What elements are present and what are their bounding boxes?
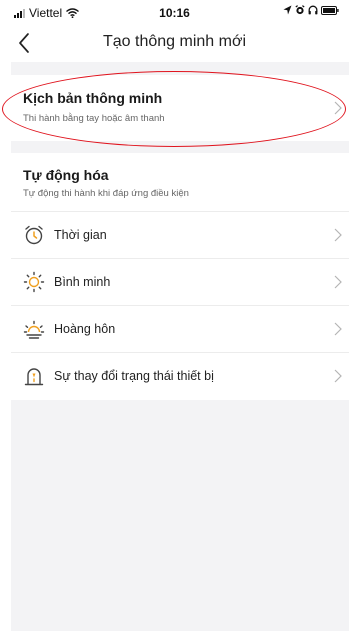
automation-item-sunset[interactable]: Hoàng hôn xyxy=(11,305,349,352)
chevron-right-icon xyxy=(334,322,342,336)
status-bar: Viettel 10:16 xyxy=(0,0,349,26)
sunrise-icon xyxy=(23,271,45,293)
smart-scene-card[interactable]: Kịch bản thông minh Thi hành bằng tay ho… xyxy=(11,75,349,141)
device-state-icon xyxy=(24,368,44,386)
content-area: Kịch bản thông minh Thi hành bằng tay ho… xyxy=(11,62,349,631)
battery-icon xyxy=(321,5,339,15)
sunset-icon xyxy=(23,320,45,339)
automation-item-label: Bình minh xyxy=(54,275,111,289)
chevron-right-icon xyxy=(334,228,342,242)
automation-item-time[interactable]: Thời gian xyxy=(11,211,349,258)
alarm-clock-icon xyxy=(25,225,43,245)
status-right xyxy=(283,5,339,15)
automation-card: Tự động hóa Tự động thi hành khi đáp ứng… xyxy=(11,153,349,400)
nav-bar: Tạo thông minh mới xyxy=(0,26,349,62)
smart-scene-title: Kịch bản thông minh xyxy=(23,90,163,106)
alarm-icon xyxy=(295,5,305,15)
automation-item-sunrise[interactable]: Bình minh xyxy=(11,258,349,305)
headphones-icon xyxy=(308,5,318,15)
chevron-right-icon xyxy=(334,275,342,289)
page-title: Tạo thông minh mới xyxy=(103,33,246,50)
automation-title: Tự động hóa xyxy=(23,167,109,183)
location-icon xyxy=(283,5,292,15)
chevron-right-icon xyxy=(334,369,342,383)
automation-item-label: Hoàng hôn xyxy=(54,322,116,336)
chevron-right-icon xyxy=(334,101,342,115)
automation-item-device-state[interactable]: Sự thay đổi trạng thái thiết bị xyxy=(11,352,349,399)
smart-scene-subtitle: Thi hành bằng tay hoặc âm thanh xyxy=(23,113,165,124)
automation-subtitle: Tự động thi hành khi đáp ứng điều kiện xyxy=(23,188,189,199)
automation-item-label: Sự thay đổi trạng thái thiết bị xyxy=(54,369,214,383)
automation-item-label: Thời gian xyxy=(54,228,107,242)
